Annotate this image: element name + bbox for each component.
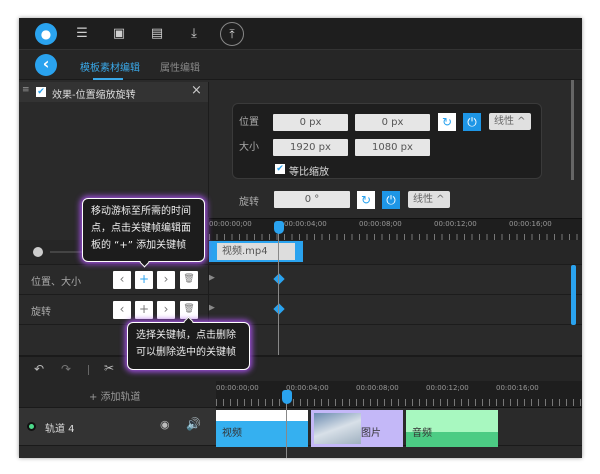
proportional-checkbox[interactable]: ✔ — [275, 164, 285, 174]
rotate-input[interactable]: 0 ° — [274, 191, 350, 208]
edit-toolbar: ↶ ↷ ✂ — [19, 355, 582, 381]
layers-icon[interactable]: ▤ — [147, 26, 167, 41]
next-keyframe-button[interactable]: › — [157, 301, 175, 319]
row-label: 旋转 — [31, 307, 51, 318]
track-status-dot — [27, 422, 36, 431]
download-icon[interactable]: ⤓ — [184, 26, 204, 41]
next-keyframe-button[interactable]: › — [157, 271, 175, 289]
width-input[interactable]: 1920 px — [273, 139, 348, 156]
keyframe-diamond[interactable] — [273, 303, 285, 315]
upload-icon[interactable]: ⤒ — [220, 22, 244, 46]
video-clip[interactable]: 视频 — [216, 410, 308, 447]
zoom-out-icon[interactable] — [33, 247, 43, 257]
rotate-reset-icon[interactable]: ↻ — [357, 191, 375, 209]
easing-select[interactable]: 线性 ^ — [489, 113, 531, 130]
tab-underline — [93, 78, 123, 80]
eye-icon[interactable]: ◉ — [160, 418, 170, 431]
add-keyframe-button[interactable]: + — [135, 271, 153, 289]
keyframe-clip[interactable]: 视频.mp4 — [209, 241, 303, 262]
track-name: 轨道 4 — [45, 424, 75, 435]
properties-box: 位置 0 px 0 px ↻ ⏻ 线性 ^ 大小 1920 px 1080 px… — [232, 103, 542, 179]
add-keyframe-tooltip: 移动游标至所需的时间点，点击关键帧编辑面板的 “+” 添加关键帧 — [82, 198, 205, 262]
rotate-label: 旋转 — [239, 197, 259, 208]
position-label: 位置 — [239, 117, 259, 128]
delete-keyframe-button[interactable]: 🗑 — [180, 271, 198, 289]
prev-keyframe-button[interactable]: ‹ — [113, 301, 131, 319]
effect-panel-divider — [208, 82, 209, 217]
keyframe-playhead-handle[interactable] — [274, 221, 284, 234]
effect-checkbox[interactable]: ✔ — [36, 87, 46, 97]
close-icon[interactable]: × — [191, 83, 202, 98]
track-header: 轨道 4 ◉ 🔊 — [19, 408, 216, 446]
clip-label: 图片 — [361, 428, 381, 439]
row-label: 位置、大小 — [31, 277, 81, 288]
keyframe-scrollbar[interactable] — [571, 265, 576, 325]
redo-icon[interactable]: ↷ — [61, 362, 71, 376]
track-lane: 视频 图片 音频 — [216, 408, 582, 447]
size-label: 大小 — [239, 142, 259, 153]
prev-keyframe-button[interactable]: ‹ — [113, 271, 131, 289]
image-clip[interactable]: 图片 — [311, 410, 403, 447]
position-y-input[interactable]: 0 px — [355, 114, 430, 131]
tick-label: 00:00:16;00 — [509, 220, 552, 228]
keyframe-ruler[interactable]: 00:00:00;00 00:00:04;00 00:00:08;00 00:0… — [209, 218, 582, 240]
effect-panel-header: ≡ ✔ 效果-位置缩放旋转 × — [19, 82, 208, 102]
add-track-header: + 添加轨道 — [19, 381, 216, 408]
main-ruler[interactable]: 00:00:00;00 00:00:04;00 00:00:08;00 00:0… — [216, 381, 582, 408]
rotate-keyframe-power-icon[interactable]: ⏻ — [382, 191, 400, 209]
add-track-button[interactable]: + 添加轨道 — [89, 388, 141, 403]
back-button[interactable]: ‹ — [35, 54, 57, 76]
toolbar-divider — [88, 365, 89, 375]
list-icon[interactable]: ☰ — [72, 26, 92, 41]
keyframe-diamond[interactable] — [273, 273, 285, 285]
tick-label: 00:00:12;00 — [434, 220, 477, 228]
height-input[interactable]: 1080 px — [355, 139, 430, 156]
clip-label: 视频 — [222, 428, 242, 439]
top-toolbar: ● ☰ ▣ ▤ ⤓ ⤒ — [19, 18, 582, 50]
layout-icon[interactable]: ▣ — [109, 26, 129, 41]
tab-property-edit[interactable]: 属性编辑 — [160, 59, 200, 74]
tab-bar: ‹ 模板素材编辑 属性编辑 — [19, 50, 582, 80]
keyframe-row-position-size: 位置、大小 ‹ + › 🗑 ▶ — [19, 265, 582, 295]
app-logo: ● — [35, 23, 57, 45]
tick-label: 00:00:16;00 — [496, 384, 539, 392]
tick-label: 00:00:08;00 — [359, 220, 402, 228]
proportional-label: 等比缩放 — [289, 167, 329, 178]
expand-icon[interactable]: ▶ — [208, 273, 215, 283]
keyframe-power-icon[interactable]: ⏻ — [463, 113, 481, 131]
tick-label: 00:00:04;00 — [286, 384, 329, 392]
tick-label: 00:00:08;00 — [356, 384, 399, 392]
delete-keyframe-tooltip: 选择关键帧，点击删除可以删除选中的关键帧 — [127, 322, 250, 370]
image-thumbnail — [314, 413, 361, 444]
properties-scrollbar[interactable] — [571, 80, 574, 180]
main-playhead-handle[interactable] — [282, 390, 292, 404]
clip-label: 音频 — [412, 428, 432, 439]
tick-label: 00:00:00;00 — [216, 384, 259, 392]
keyframe-playhead[interactable] — [278, 221, 279, 355]
cut-icon[interactable]: ✂ — [104, 361, 114, 375]
tick-label: 00:00:00;00 — [209, 220, 252, 228]
tick-label: 00:00:04;00 — [284, 220, 327, 228]
expand-icon[interactable]: ▶ — [208, 303, 215, 313]
tick-label: 00:00:12;00 — [426, 384, 469, 392]
rotate-easing-select[interactable]: 线性 ^ — [408, 191, 450, 208]
audio-clip[interactable]: 音频 — [406, 410, 498, 447]
speaker-icon[interactable]: 🔊 — [186, 417, 201, 431]
tab-template-edit[interactable]: 模板素材编辑 — [80, 59, 140, 74]
ruler-ticks — [216, 399, 582, 406]
reset-icon[interactable]: ↻ — [438, 113, 456, 131]
keyframe-row-rotate: 旋转 ‹ + › 🗑 ▶ — [19, 295, 582, 325]
add-keyframe-button[interactable]: + — [135, 301, 153, 319]
undo-icon[interactable]: ↶ — [34, 362, 44, 376]
effect-title: 效果-位置缩放旋转 — [52, 90, 136, 101]
keyframe-clip-label: 视频.mp4 — [217, 243, 295, 260]
position-x-input[interactable]: 0 px — [273, 114, 348, 131]
drag-handle-icon[interactable]: ≡ — [22, 85, 30, 95]
